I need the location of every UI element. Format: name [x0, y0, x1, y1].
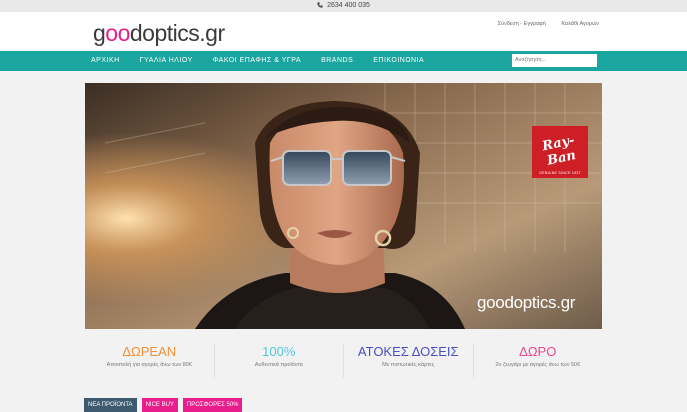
logo-text-prefix: g [93, 20, 106, 46]
rayban-sub-text: GENUINE SINCE 1937 [539, 171, 581, 175]
site-header: goodoptics.gr Σύνδεση - Εγγραφή Καλάθι Α… [0, 12, 687, 51]
tab-offers[interactable]: ΠΡΟΣΦΟΡΕΣ 50% [182, 398, 243, 412]
rayban-badge[interactable]: Ray-Ban GENUINE SINCE 1937 [532, 126, 588, 178]
nav-item-contact-lenses[interactable]: ΦΑΚΟΙ ΕΠΑΦΗΣ & ΥΓΡΑ [207, 51, 307, 71]
phone-number[interactable]: 2634 400 035 [327, 2, 370, 9]
feature-strip: ΔΩΡΕΑΝ Αποστολή για αγορές άνω των 80€ 1… [85, 343, 602, 378]
logo-o2: o [117, 20, 131, 46]
feature-subtitle: 2ο ζευγάρι με αγορές άνω των 50€ [495, 362, 581, 368]
search-input[interactable] [512, 54, 597, 67]
cart-link[interactable]: Καλάθι Αγορών [561, 21, 599, 27]
feature-subtitle: Με πιστωτικές κάρτες [382, 362, 435, 368]
phone-icon [317, 1, 323, 8]
hero-watermark-logo: goodoptics.gr [477, 293, 576, 312]
logo-text-suffix: doptics.gr [129, 20, 225, 46]
hero-banner[interactable]: Ray-Ban GENUINE SINCE 1937 goodoptics.gr [85, 83, 602, 329]
nav-item-brands[interactable]: BRANDS [315, 51, 359, 71]
login-link[interactable]: Σύνδεση - Εγγραφή [498, 21, 546, 27]
product-tabs: ΝΕΑ ΠΡΟΪΟΝΤΑ NICE BUY ΠΡΟΣΦΟΡΕΣ 50% [84, 398, 247, 412]
feature-title: ΔΩΡΟ [519, 344, 557, 359]
feature-installments: ΑΤΟΚΕΣ ΔΟΣΕΙΣ Με πιστωτικές κάρτες [344, 343, 474, 378]
tab-new-products[interactable]: ΝΕΑ ΠΡΟΪΟΝΤΑ [84, 398, 137, 412]
feature-title: ΑΤΟΚΕΣ ΔΟΣΕΙΣ [357, 344, 459, 359]
rayban-logo-text: Ray-Ban [540, 132, 578, 169]
feature-free-shipping: ΔΩΡΕΑΝ Αποστολή για αγορές άνω των 80€ [85, 343, 215, 378]
feature-subtitle: Αυθεντικά προϊόντα [254, 362, 303, 368]
nav-item-home[interactable]: ΑΡΧΙΚΗ [85, 51, 126, 71]
feature-subtitle: Αποστολή για αγορές άνω των 80€ [106, 362, 192, 368]
feature-gift: ΔΩΡΟ 2ο ζευγάρι με αγορές άνω των 50€ [474, 343, 603, 378]
top-contact-bar: 2634 400 035 [0, 0, 687, 12]
logo-o1: o [105, 20, 118, 46]
tab-nice-buy[interactable]: NICE BUY [141, 398, 178, 412]
site-logo[interactable]: goodoptics.gr [93, 20, 225, 47]
feature-authentic: 100% Αυθεντικά προϊόντα [215, 343, 344, 378]
user-links: Σύνδεση - Εγγραφή Καλάθι Αγορών [484, 21, 599, 27]
nav-item-contact[interactable]: ΕΠΙΚΟΙΝΩΝΙΑ [367, 51, 430, 71]
feature-title: 100% [262, 344, 296, 359]
feature-title: ΔΩΡΕΑΝ [122, 344, 177, 359]
nav-item-sunglasses[interactable]: ΓΥΑΛΙΑ ΗΛΙΟΥ [134, 51, 199, 71]
